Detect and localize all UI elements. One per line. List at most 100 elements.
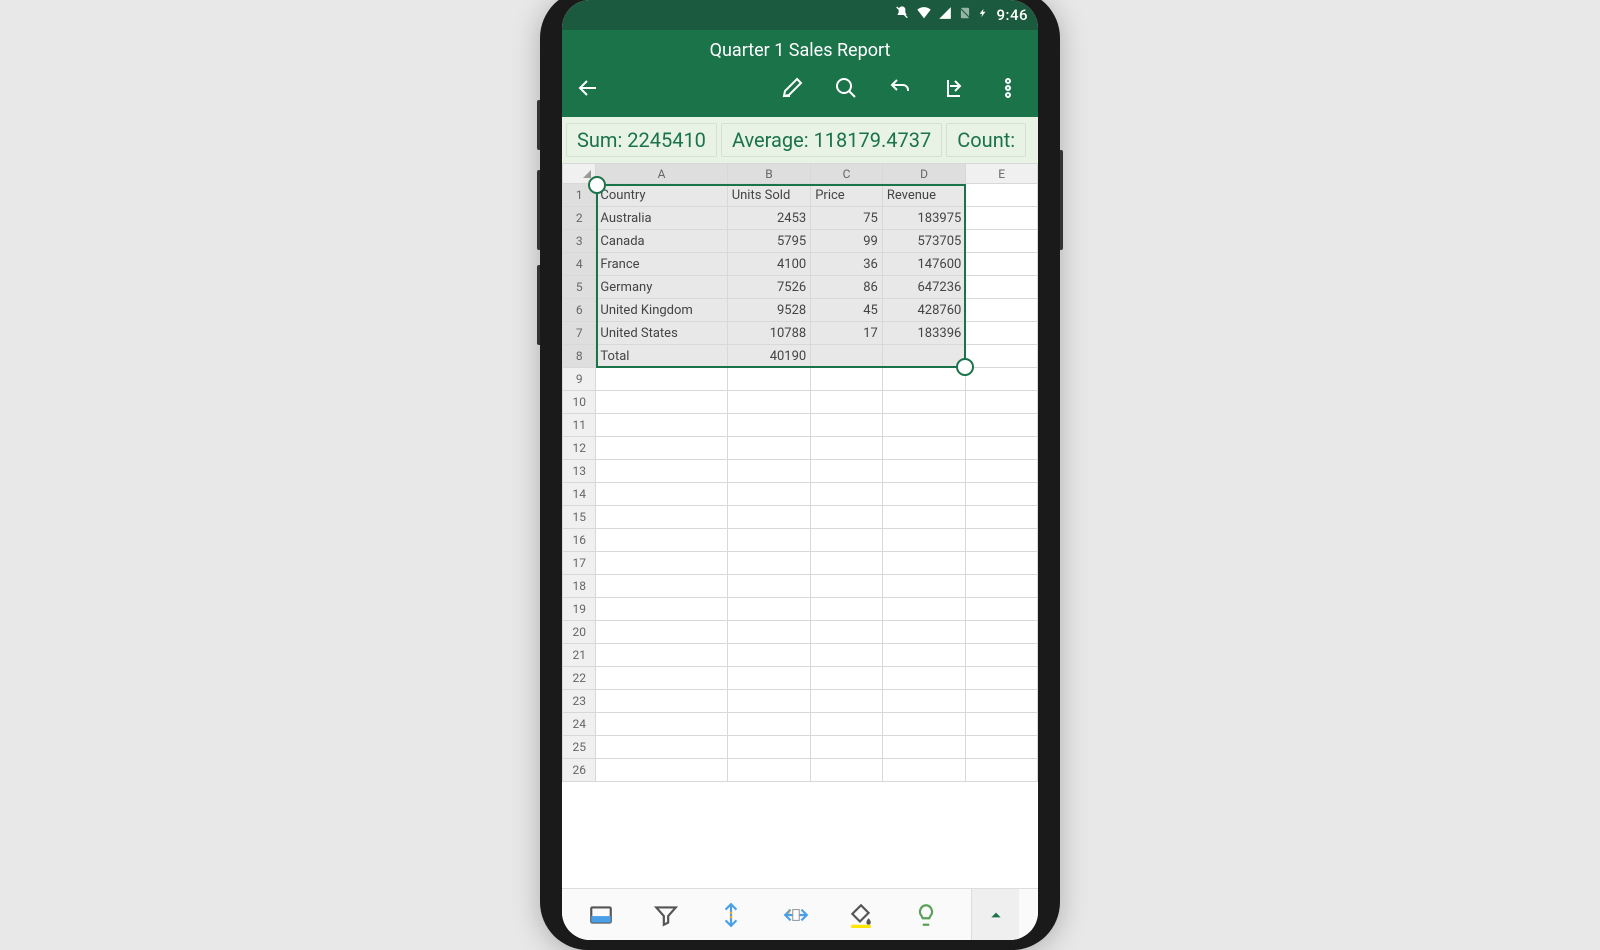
row-header-14[interactable]: 14 [563, 483, 596, 506]
cell[interactable]: 573705 [882, 230, 966, 253]
cell[interactable] [811, 759, 883, 782]
cell[interactable] [596, 506, 727, 529]
cell[interactable] [727, 529, 811, 552]
cell[interactable] [882, 690, 966, 713]
edit-button[interactable] [780, 76, 804, 100]
cell[interactable] [596, 391, 727, 414]
row-header-13[interactable]: 13 [563, 460, 596, 483]
row-header-8[interactable]: 8 [563, 345, 596, 368]
cell[interactable] [727, 414, 811, 437]
row-header-5[interactable]: 5 [563, 276, 596, 299]
column-header-A[interactable]: A [596, 164, 727, 184]
cell[interactable] [882, 644, 966, 667]
cell[interactable] [882, 345, 966, 368]
cell[interactable] [811, 736, 883, 759]
autofit-columns-button[interactable] [776, 895, 816, 935]
cell[interactable] [727, 552, 811, 575]
cell[interactable] [966, 207, 1038, 230]
cell[interactable]: Country [596, 184, 727, 207]
cell[interactable] [966, 529, 1038, 552]
cell[interactable] [882, 713, 966, 736]
cell[interactable] [811, 437, 883, 460]
row-header-4[interactable]: 4 [563, 253, 596, 276]
cell[interactable] [811, 483, 883, 506]
cell[interactable]: 4100 [727, 253, 811, 276]
tell-me-button[interactable] [906, 895, 946, 935]
cell[interactable] [596, 759, 727, 782]
cell[interactable] [811, 414, 883, 437]
share-button[interactable] [942, 76, 966, 100]
back-button[interactable] [576, 76, 600, 100]
cell[interactable] [882, 759, 966, 782]
cell[interactable] [596, 644, 727, 667]
cell[interactable] [966, 690, 1038, 713]
row-header-2[interactable]: 2 [563, 207, 596, 230]
cell[interactable] [811, 345, 883, 368]
cell[interactable] [966, 253, 1038, 276]
cell[interactable] [966, 276, 1038, 299]
cell[interactable] [966, 414, 1038, 437]
cell[interactable]: 7526 [727, 276, 811, 299]
cell[interactable] [727, 437, 811, 460]
cell[interactable]: France [596, 253, 727, 276]
row-header-20[interactable]: 20 [563, 621, 596, 644]
cell[interactable] [811, 667, 883, 690]
cell[interactable] [966, 299, 1038, 322]
cell[interactable]: 40190 [727, 345, 811, 368]
cell[interactable]: Total [596, 345, 727, 368]
cell[interactable] [596, 667, 727, 690]
cell[interactable] [966, 391, 1038, 414]
cell[interactable] [596, 529, 727, 552]
select-all-corner[interactable] [563, 164, 596, 184]
cell[interactable]: 147600 [882, 253, 966, 276]
cell[interactable] [596, 736, 727, 759]
cell[interactable] [811, 368, 883, 391]
spreadsheet[interactable]: ABCDE1CountryUnits SoldPriceRevenue2Aust… [562, 163, 1038, 888]
cell[interactable]: 2453 [727, 207, 811, 230]
cell[interactable] [596, 690, 727, 713]
cell[interactable] [811, 391, 883, 414]
cell[interactable] [727, 667, 811, 690]
row-header-9[interactable]: 9 [563, 368, 596, 391]
column-header-D[interactable]: D [882, 164, 966, 184]
cell[interactable] [966, 575, 1038, 598]
undo-button[interactable] [888, 76, 912, 100]
cell[interactable] [727, 368, 811, 391]
row-header-25[interactable]: 25 [563, 736, 596, 759]
cell[interactable]: 647236 [882, 276, 966, 299]
cell[interactable]: 428760 [882, 299, 966, 322]
cell[interactable] [966, 621, 1038, 644]
cell[interactable] [596, 368, 727, 391]
cell[interactable] [882, 736, 966, 759]
cell[interactable] [811, 552, 883, 575]
cell[interactable] [882, 368, 966, 391]
cell[interactable] [727, 690, 811, 713]
cell[interactable]: United States [596, 322, 727, 345]
row-header-15[interactable]: 15 [563, 506, 596, 529]
cell[interactable] [727, 506, 811, 529]
cell[interactable] [882, 483, 966, 506]
cell[interactable] [966, 437, 1038, 460]
cell[interactable] [727, 460, 811, 483]
cell[interactable] [882, 460, 966, 483]
row-header-3[interactable]: 3 [563, 230, 596, 253]
cell[interactable] [727, 644, 811, 667]
cell[interactable]: 86 [811, 276, 883, 299]
cell[interactable]: Australia [596, 207, 727, 230]
search-button[interactable] [834, 76, 858, 100]
row-header-16[interactable]: 16 [563, 529, 596, 552]
cell[interactable]: 17 [811, 322, 883, 345]
cell[interactable]: Units Sold [727, 184, 811, 207]
row-header-12[interactable]: 12 [563, 437, 596, 460]
cell[interactable] [596, 552, 727, 575]
cell[interactable] [966, 644, 1038, 667]
cell[interactable] [727, 621, 811, 644]
row-header-7[interactable]: 7 [563, 322, 596, 345]
cell[interactable] [882, 621, 966, 644]
cell[interactable] [882, 667, 966, 690]
column-header-E[interactable]: E [966, 164, 1038, 184]
cell[interactable] [882, 437, 966, 460]
cell[interactable] [966, 184, 1038, 207]
row-header-26[interactable]: 26 [563, 759, 596, 782]
cell[interactable]: 36 [811, 253, 883, 276]
